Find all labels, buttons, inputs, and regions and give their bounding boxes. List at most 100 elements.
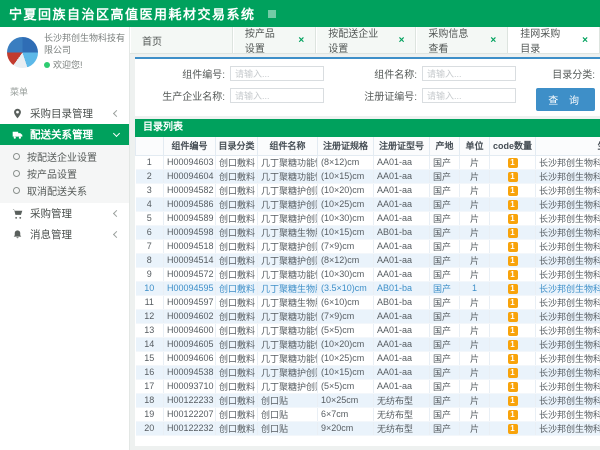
code-count-badge[interactable]: 1: [508, 158, 518, 168]
chevron-left-icon: [113, 231, 120, 238]
tab-2[interactable]: 按产品设置×: [233, 27, 316, 53]
table-cell: 19: [136, 407, 164, 421]
close-tab-icon[interactable]: ×: [582, 35, 588, 46]
tab-5[interactable]: 挂网采购目录×: [508, 27, 600, 53]
table-cell: H00094572: [164, 267, 216, 281]
table-cell: 片: [460, 211, 490, 225]
sidebar-item-3[interactable]: 采购管理: [0, 203, 129, 224]
sidebar-item-1[interactable]: 采购目录管理: [0, 103, 129, 124]
layout: 长沙邦创生物科技有限公司 欢迎您! 菜单 采购目录管理配送关系管理按配送企业设置…: [0, 27, 600, 450]
code-count-badge[interactable]: 1: [508, 172, 518, 182]
table-row[interactable]: 16H00094538创口敷料几丁聚糖护创贴（(10×15)cmAA01-aa国…: [136, 365, 600, 379]
table-row[interactable]: 7H00094518创口敷料几丁聚糖护创贴（(7×9)cmAA01-aa国产片1…: [136, 239, 600, 253]
table-row[interactable]: 15H00094606创口敷料几丁聚糖功能性护(10×25)cmAA01-aa国…: [136, 351, 600, 365]
collapse-icon[interactable]: [268, 10, 276, 18]
table-cell: 创口敷料: [216, 351, 258, 365]
table-cell: (7×9)cm: [318, 239, 374, 253]
table-cell: 几丁聚糖功能性护: [258, 309, 318, 323]
table-cell: 国产: [430, 407, 460, 421]
table-cell: 片: [460, 169, 490, 183]
code-count-badge[interactable]: 1: [508, 368, 518, 378]
table-cell: 创口敷料: [216, 155, 258, 169]
table-cell: (10×20)cm: [318, 183, 374, 197]
table-cell: 长沙邦创生物科技有限公司: [536, 281, 600, 295]
tab-4[interactable]: 采购信息查看×: [416, 27, 508, 53]
submenu-item[interactable]: 按配送企业设置: [0, 148, 129, 165]
code-count-badge[interactable]: 1: [508, 298, 518, 308]
table-cell: 片: [460, 309, 490, 323]
code-count-badge[interactable]: 1: [508, 284, 518, 294]
sidebar-item-4[interactable]: 消息管理: [0, 224, 129, 245]
table-cell: 创口贴: [258, 393, 318, 407]
table-cell: 9×20cm: [318, 421, 374, 435]
table-row[interactable]: 8H00094514创口敷料几丁聚糖护创贴（(8×12)cmAA01-aa国产片…: [136, 253, 600, 267]
table-cell: 几丁聚糖功能性护: [258, 323, 318, 337]
table-row[interactable]: 19H00122207创口敷料创口贴6×7cm无纺布型国产片1长沙邦创生物科技有…: [136, 407, 600, 421]
close-tab-icon[interactable]: ×: [490, 35, 496, 46]
tab-1[interactable]: 首页: [130, 27, 233, 53]
table-row[interactable]: 13H00094600创口敷料几丁聚糖功能性护(5×5)cmAA01-aa国产片…: [136, 323, 600, 337]
table-row[interactable]: 18H00122233创口敷料创口贴10×25cm无纺布型国产片1长沙邦创生物科…: [136, 393, 600, 407]
table-cell: 1: [490, 309, 536, 323]
code-count-badge[interactable]: 1: [508, 270, 518, 280]
code-count-badge[interactable]: 1: [508, 242, 518, 252]
code-count-badge[interactable]: 1: [508, 228, 518, 238]
table-row[interactable]: 20H00122232创口敷料创口贴9×20cm无纺布型国产片1长沙邦创生物科技…: [136, 421, 600, 435]
code-count-badge[interactable]: 1: [508, 200, 518, 210]
table-cell: 几丁聚糖护创贴（: [258, 239, 318, 253]
table-cell: 创口敷料: [216, 183, 258, 197]
code-count-badge[interactable]: 1: [508, 326, 518, 336]
table-cell: 无纺布型: [374, 407, 430, 421]
sidebar-item-label: 采购目录管理: [30, 106, 93, 121]
table-cell: 创口敷料: [216, 211, 258, 225]
table-cell: 片: [460, 183, 490, 197]
table-row[interactable]: 11H00094597创口敷料几丁聚糖生物膜(6×10)cmAB01-ba国产片…: [136, 295, 600, 309]
table-row[interactable]: 1H00094603创口敷料几丁聚糖功能性护(8×12)cmAA01-aa国产片…: [136, 155, 600, 169]
code-count-badge[interactable]: 1: [508, 410, 518, 420]
table-row[interactable]: 2H00094604创口敷料几丁聚糖功能性护(10×15)cmAA01-aa国产…: [136, 169, 600, 183]
table-row[interactable]: 4H00094586创口敷料几丁聚糖护创贴（(10×25)cmAA01-aa国产…: [136, 197, 600, 211]
table-cell: H00094604: [164, 169, 216, 183]
code-count-badge[interactable]: 1: [508, 186, 518, 196]
table-row[interactable]: 14H00094605创口敷料几丁聚糖功能性护(10×20)cmAA01-aa国…: [136, 337, 600, 351]
code-count-badge[interactable]: 1: [508, 214, 518, 224]
submenu-item[interactable]: 取消配送关系: [0, 182, 129, 199]
code-count-badge[interactable]: 1: [508, 354, 518, 364]
table-row[interactable]: 6H00094598创口敷料几丁聚糖生物膜(10×15)cmAB01-ba国产片…: [136, 225, 600, 239]
table-cell: AA01-aa: [374, 379, 430, 393]
manufacturer-name-input[interactable]: [230, 88, 324, 103]
code-count-badge[interactable]: 1: [508, 396, 518, 406]
column-header: 注册证规格: [318, 137, 374, 155]
component-code-input[interactable]: [230, 66, 324, 81]
close-tab-icon[interactable]: ×: [399, 35, 405, 46]
table-cell: 创口贴: [258, 421, 318, 435]
table-row[interactable]: 5H00094589创口敷料几丁聚糖护创贴（(10×30)cmAA01-aa国产…: [136, 211, 600, 225]
chevron-down-icon: [113, 130, 120, 137]
submenu-item-label: 按配送企业设置: [27, 149, 97, 164]
table-row[interactable]: 12H00094602创口敷料几丁聚糖功能性护(7×9)cmAA01-aa国产片…: [136, 309, 600, 323]
register-cert-input[interactable]: [422, 88, 516, 103]
table-row[interactable]: 3H00094582创口敷料几丁聚糖护创贴（(10×20)cmAA01-aa国产…: [136, 183, 600, 197]
sidebar-menu: 采购目录管理配送关系管理按配送企业设置按产品设置取消配送关系采购管理消息管理: [0, 103, 129, 245]
table-row[interactable]: 17H00093710创口敷料几丁聚糖护创贴（(5×5)cmAA01-aa国产片…: [136, 379, 600, 393]
submenu-item[interactable]: 按产品设置: [0, 165, 129, 182]
component-name-input[interactable]: [422, 66, 516, 81]
tab-3[interactable]: 按配送企业设置×: [316, 27, 416, 53]
table-cell: (7×9)cm: [318, 309, 374, 323]
table-cell: 几丁聚糖护创贴（: [258, 253, 318, 267]
code-count-badge[interactable]: 1: [508, 312, 518, 322]
close-tab-icon[interactable]: ×: [298, 35, 304, 46]
code-count-badge[interactable]: 1: [508, 424, 518, 434]
table-cell: 创口敷料: [216, 337, 258, 351]
code-count-badge[interactable]: 1: [508, 340, 518, 350]
table-cell: AA01-aa: [374, 211, 430, 225]
table-cell: 几丁聚糖功能性护: [258, 267, 318, 281]
query-button[interactable]: 查 询: [536, 88, 595, 111]
code-count-badge[interactable]: 1: [508, 382, 518, 392]
code-count-badge[interactable]: 1: [508, 256, 518, 266]
sidebar-item-2[interactable]: 配送关系管理: [0, 124, 129, 145]
table-row[interactable]: 9H00094572创口敷料几丁聚糖功能性护(10×30)cmAA01-aa国产…: [136, 267, 600, 281]
table-cell: 片: [460, 351, 490, 365]
submenu-item-label: 取消配送关系: [27, 183, 87, 198]
table-row[interactable]: 10H00094595创口敷料几丁聚糖生物膜(3.5×10)cmAB01-ba国…: [136, 281, 600, 295]
